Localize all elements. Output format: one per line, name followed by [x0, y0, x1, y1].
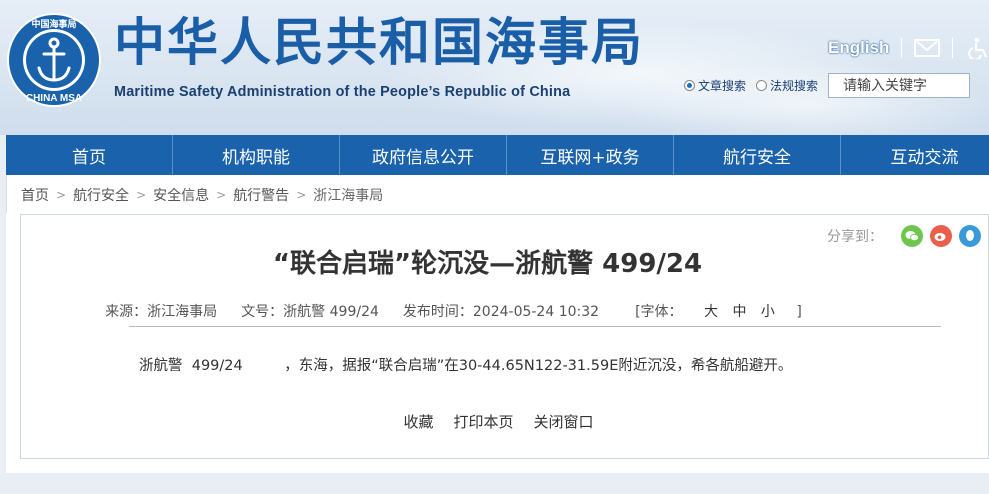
- breadcrumb-separator: >: [216, 188, 227, 202]
- divider: [129, 326, 941, 327]
- font-size-label: [字体：: [635, 304, 683, 320]
- search-input[interactable]: 请输入关键字: [828, 72, 971, 98]
- meta-source: 来源：浙江海事局: [105, 304, 218, 320]
- nav-item-navigation-safety[interactable]: 航行安全: [674, 135, 841, 175]
- search-type-law-radio[interactable]: 法规搜索: [756, 77, 818, 94]
- site-title: 中华人民共和国海事局: [114, 14, 645, 73]
- font-size-large-button[interactable]: 大: [704, 304, 718, 320]
- nav-item-functions[interactable]: 机构职能: [173, 135, 340, 175]
- logo-bottom-text: CHINA MSA: [26, 93, 82, 104]
- print-button[interactable]: 打印本页: [453, 411, 513, 432]
- nav-item-internet-gov[interactable]: 互联网+政务: [507, 135, 674, 175]
- font-size-close-bracket: ]: [796, 304, 802, 320]
- logo-ring-text: 中国海事局: [31, 18, 76, 30]
- breadcrumb-separator: >: [136, 188, 147, 202]
- site-subtitle: Maritime Safety Administration of the Pe…: [114, 84, 571, 100]
- font-size-small-button[interactable]: 小: [761, 304, 775, 320]
- top-links: English: [828, 36, 989, 60]
- search-placeholder: 请输入关键字: [843, 78, 928, 94]
- search-type-article-radio[interactable]: 文章搜索: [684, 77, 746, 94]
- nav-item-gov-info[interactable]: 政府信息公开: [340, 135, 507, 175]
- article-title: “联合启瑞”轮沉没—浙航警 499/24: [272, 249, 703, 279]
- mail-icon[interactable]: [914, 37, 941, 59]
- breadcrumb-separator: >: [296, 188, 307, 202]
- meta-publish-time: 发布时间：2024-05-24 10:32: [402, 304, 600, 320]
- article-actions: 收藏 打印本页 关闭窗口: [21, 411, 988, 432]
- page-bottom: [0, 473, 989, 494]
- breadcrumb-item[interactable]: 浙江海事局: [313, 185, 383, 205]
- main-nav: 首页 机构职能 政府信息公开 互联网+政务 航行安全 互动交流: [6, 135, 989, 175]
- font-size-medium-button[interactable]: 中: [732, 304, 746, 320]
- search-area: 文章搜索 法规搜索 请输入关键字: [684, 72, 971, 98]
- breadcrumb-item[interactable]: 航行警告: [233, 185, 289, 205]
- radio-label: 法规搜索: [770, 78, 819, 93]
- accessibility-icon[interactable]: [965, 37, 989, 59]
- divider: [901, 38, 903, 58]
- favorite-button[interactable]: 收藏: [403, 411, 433, 432]
- nav-item-home[interactable]: 首页: [6, 135, 173, 175]
- breadcrumb: 首页 > 航行安全 > 安全信息 > 航行警告 > 浙江海事局: [6, 175, 989, 215]
- article-body: 浙航警 499/24 ，东海，据报“联合启瑞”在30-44.65N122-31.…: [139, 358, 793, 374]
- msa-logo[interactable]: 中国海事局 CHINA MSA: [6, 12, 102, 108]
- breadcrumb-separator: >: [56, 188, 67, 202]
- meta-doc-number: 文号：浙航警 499/24: [241, 304, 379, 320]
- article-meta: 来源：浙江海事局 文号：浙航警 499/24 发布时间：2024-05-24 1…: [21, 301, 988, 321]
- english-link[interactable]: English: [828, 38, 889, 58]
- radio-label: 文章搜索: [698, 78, 747, 93]
- breadcrumb-item[interactable]: 安全信息: [153, 185, 209, 205]
- close-window-button[interactable]: 关闭窗口: [534, 411, 594, 432]
- breadcrumb-item[interactable]: 首页: [21, 185, 49, 205]
- article-panel: 分享到： “联合启瑞”轮沉没—浙航警 499/24 来源：浙江海事局 文号：浙航…: [20, 214, 989, 459]
- site-header: 中国海事局 CHINA MSA 中华人民共和国海事局 Maritime Safe…: [0, 0, 989, 135]
- radio-dot: [756, 79, 768, 91]
- breadcrumb-item[interactable]: 航行安全: [73, 185, 129, 205]
- divider: [952, 38, 954, 58]
- content-area: 分享到： “联合启瑞”轮沉没—浙航警 499/24 来源：浙江海事局 文号：浙航…: [6, 213, 989, 473]
- font-size-control: [字体： 大 中 小 ]: [623, 301, 814, 321]
- radio-dot: [684, 79, 695, 91]
- nav-item-interaction[interactable]: 互动交流: [841, 135, 989, 175]
